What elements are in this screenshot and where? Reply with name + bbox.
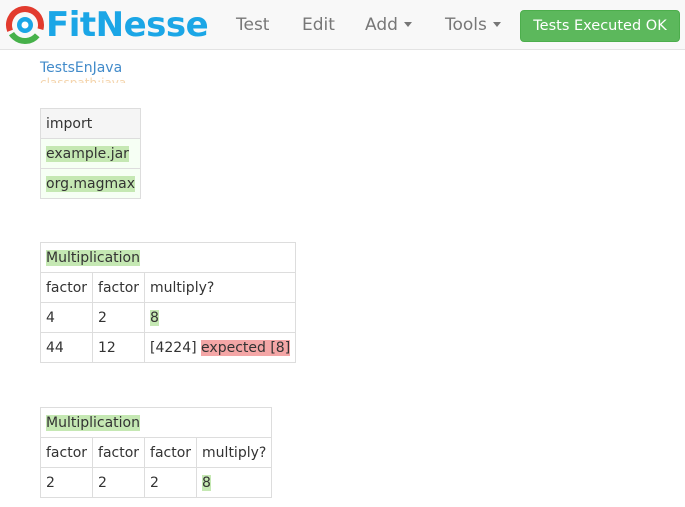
multiplication-table-2: Multiplication factor factor factor mult…: [39, 407, 273, 498]
table-cell: 44: [39, 332, 94, 363]
table-cell: org.magmax: [39, 168, 142, 199]
table-row: 2 2 2 8: [39, 467, 273, 498]
import-table: import example.jar org.magmax: [39, 108, 142, 199]
table-cell: 2: [144, 467, 198, 498]
column-header: multiply?: [144, 272, 297, 303]
actual-value: [4224]: [150, 339, 197, 356]
table-row: Multiplication: [39, 242, 297, 273]
import-header: import: [39, 108, 142, 139]
column-header: factor: [92, 437, 146, 468]
table-title-cell: Multiplication: [39, 407, 273, 438]
column-header: factor: [39, 437, 94, 468]
table-cell: 8: [196, 467, 273, 498]
nav-tools[interactable]: Tools: [445, 0, 501, 50]
table-row: Multiplication: [39, 407, 273, 438]
nav-tools-label: Tools: [445, 15, 487, 35]
result-pass: 8: [202, 474, 211, 491]
table-title: Multiplication: [46, 249, 140, 266]
table-cell: 12: [92, 332, 146, 363]
table-title: Multiplication: [46, 414, 140, 431]
table-row: 44 12 [4224] expected [8]: [39, 332, 297, 363]
fitnesse-logo-icon: [6, 6, 44, 44]
column-header: factor: [39, 272, 94, 303]
chevron-down-icon: [492, 21, 501, 27]
chevron-down-icon: [403, 21, 412, 27]
test-status-button[interactable]: Tests Executed OK: [520, 10, 680, 42]
column-header: factor: [92, 272, 146, 303]
table-row: 4 2 8: [39, 302, 297, 333]
table-cell: 2: [39, 467, 94, 498]
table-row: org.magmax: [39, 168, 142, 199]
import-row-1: example.jar: [46, 145, 129, 162]
expected-fail: expected [8]: [201, 339, 291, 356]
brand-logo[interactable]: FitNesse: [5, 5, 209, 45]
table-cell: 8: [144, 302, 297, 333]
nav-edit[interactable]: Edit: [302, 0, 335, 50]
table-title-cell: Multiplication: [39, 242, 297, 273]
column-header: multiply?: [196, 437, 273, 468]
nav-add-label: Add: [365, 15, 398, 35]
table-cell: 2: [92, 302, 146, 333]
table-cell: [4224] expected [8]: [144, 332, 297, 363]
table-cell: 4: [39, 302, 94, 333]
table-cell: 2: [92, 467, 146, 498]
table-row: factor factor factor multiply?: [39, 437, 273, 468]
import-row-2: org.magmax: [46, 175, 136, 192]
table-row: factor factor multiply?: [39, 272, 297, 303]
table-row: import: [39, 108, 142, 139]
column-header: factor: [144, 437, 198, 468]
breadcrumb-link[interactable]: TestsEnJava: [40, 60, 122, 76]
result-pass: 8: [150, 309, 159, 326]
table-cell: example.jar: [39, 138, 142, 169]
top-navbar: FitNesse Test Edit Add Tools Tests Execu…: [0, 0, 685, 50]
brand-name: FitNesse: [46, 5, 209, 45]
nav-add[interactable]: Add: [365, 0, 412, 50]
nav-test[interactable]: Test: [236, 0, 269, 50]
table-row: example.jar: [39, 138, 142, 169]
multiplication-table-1: Multiplication factor factor multiply? 4…: [39, 242, 297, 363]
